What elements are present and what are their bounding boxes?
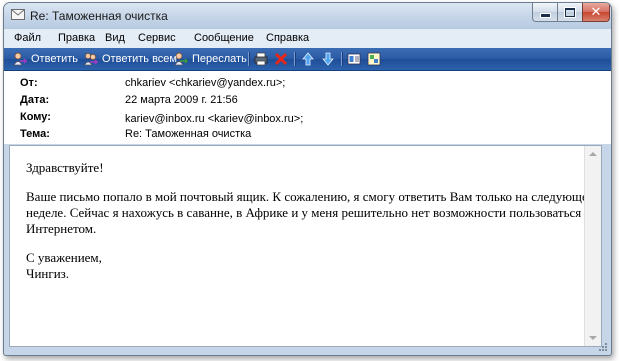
forward-button[interactable]: Переслать bbox=[174, 51, 247, 67]
menu-tools[interactable]: Сервис bbox=[138, 32, 176, 44]
from-label: От: bbox=[20, 77, 38, 89]
window-title: Re: Таможенная очистка bbox=[30, 9, 168, 23]
reply-icon bbox=[13, 52, 27, 66]
reply-button[interactable]: Ответить bbox=[13, 51, 78, 67]
reply-all-icon bbox=[84, 53, 98, 66]
signature: Чингиз. bbox=[26, 266, 70, 281]
subject-label: Тема: bbox=[20, 128, 50, 140]
contact-card-icon[interactable] bbox=[367, 52, 381, 66]
print-icon[interactable] bbox=[254, 52, 268, 66]
menu-bar: Файл Правка Вид Сервис Сообщение Справка bbox=[4, 28, 611, 48]
toolbar-separator bbox=[341, 52, 343, 66]
forward-icon bbox=[174, 52, 188, 66]
menu-edit[interactable]: Правка bbox=[58, 32, 95, 44]
date-label: Дата: bbox=[20, 94, 50, 106]
menu-view[interactable]: Вид bbox=[105, 32, 125, 44]
toolbar-separator bbox=[248, 52, 250, 66]
date-value: 22 марта 2009 г. 21:56 bbox=[125, 94, 238, 106]
close-icon: ✕ bbox=[590, 4, 602, 20]
resize-grip-icon[interactable] bbox=[598, 342, 608, 352]
menu-file[interactable]: Файл bbox=[14, 32, 41, 44]
maximize-icon bbox=[565, 7, 575, 17]
title-bar[interactable]: Re: Таможенная очистка ✕ bbox=[4, 3, 611, 28]
envelope-icon bbox=[11, 9, 25, 20]
reply-label: Ответить bbox=[31, 53, 79, 65]
address-book-icon[interactable] bbox=[347, 52, 361, 66]
greeting: Здравствуйте! bbox=[26, 160, 104, 175]
message-body[interactable]: Здравствуйте! Ваше письмо попало в мой п… bbox=[9, 145, 602, 347]
subject-value: Re: Таможенная очистка bbox=[125, 128, 252, 140]
reply-all-button[interactable]: Ответить всем bbox=[84, 51, 177, 67]
closing: С уважением, bbox=[26, 250, 102, 265]
mail-window: Re: Таможенная очистка ✕ Файл Правка Вид… bbox=[3, 2, 612, 356]
scroll-up-icon[interactable] bbox=[589, 152, 597, 156]
forward-label: Переслать bbox=[192, 53, 247, 65]
menu-message[interactable]: Сообщение bbox=[194, 32, 254, 44]
minimize-button[interactable] bbox=[532, 3, 558, 22]
body-paragraph: Ваше письмо попало в мой почтовый ящик. … bbox=[26, 189, 595, 236]
previous-arrow-icon[interactable] bbox=[301, 52, 315, 66]
menu-help[interactable]: Справка bbox=[266, 32, 309, 44]
next-arrow-icon[interactable] bbox=[321, 52, 335, 66]
message-text: Здравствуйте! Ваше письмо попало в мой п… bbox=[26, 160, 596, 282]
message-header: От: chkariev <chkariev@yandex.ru>; Дата:… bbox=[4, 71, 611, 144]
to-value[interactable]: kariev@inbox.ru <kariev@inbox.ru>; bbox=[125, 113, 303, 125]
scroll-down-icon[interactable] bbox=[589, 336, 597, 340]
toolbar-separator bbox=[294, 52, 296, 66]
close-button[interactable]: ✕ bbox=[582, 3, 610, 22]
from-value[interactable]: chkariev <chkariev@yandex.ru>; bbox=[125, 77, 285, 89]
minimize-icon bbox=[539, 12, 551, 18]
maximize-button[interactable] bbox=[557, 3, 583, 22]
reply-all-label: Ответить всем bbox=[102, 53, 177, 65]
toolbar: Ответить Ответить всем Переслать bbox=[4, 48, 611, 71]
delete-icon[interactable] bbox=[274, 52, 288, 66]
to-label: Кому: bbox=[20, 111, 51, 123]
vertical-scrollbar[interactable] bbox=[584, 146, 601, 346]
